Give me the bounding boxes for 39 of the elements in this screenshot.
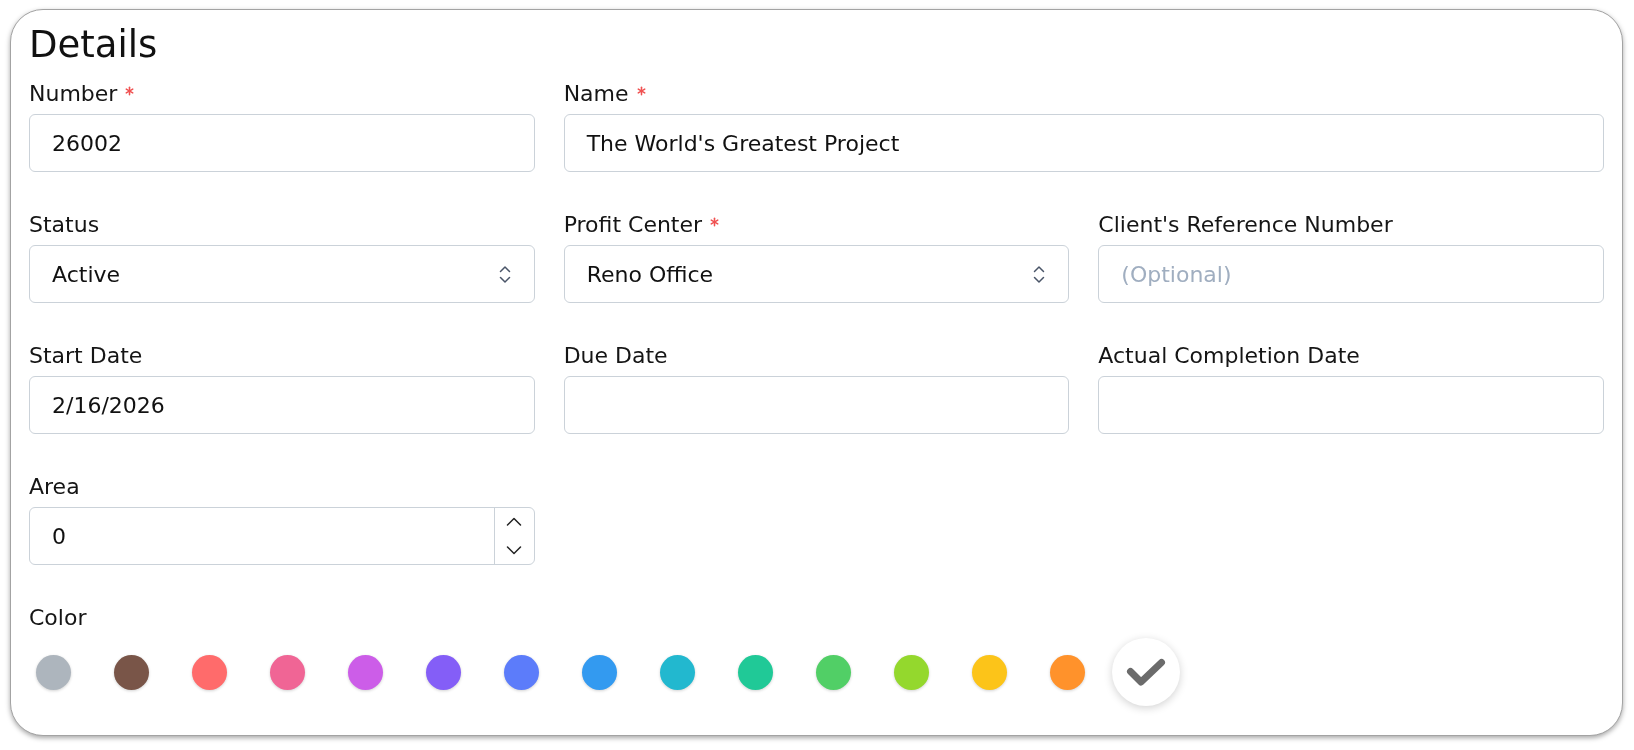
dropdown-select[interactable]: Active — [29, 245, 535, 303]
text-field[interactable]: 26002 — [29, 114, 535, 172]
field-label: Due Date — [563, 343, 668, 369]
section-title: Details — [29, 23, 158, 67]
dropdown-select[interactable]: Reno Office — [563, 245, 1070, 303]
field-label: Number — [29, 81, 118, 107]
color-swatch[interactable] — [972, 654, 1007, 690]
color-swatch[interactable] — [816, 654, 851, 690]
color-swatch[interactable] — [36, 654, 71, 690]
field-label: Actual Completion Date — [1098, 343, 1360, 369]
chevron-down-icon[interactable] — [506, 546, 523, 555]
text-field[interactable]: 2/16/2026 — [29, 376, 535, 434]
field-label: Status — [29, 212, 100, 238]
check-icon — [1125, 657, 1166, 687]
color-swatch[interactable] — [348, 654, 383, 690]
text-field[interactable] — [563, 376, 1070, 434]
color-swatch[interactable] — [660, 654, 695, 690]
color-swatch[interactable] — [192, 654, 227, 690]
chevron-up-icon[interactable] — [506, 517, 523, 526]
field-label: Profit Center — [563, 212, 703, 238]
text-field[interactable]: The World's Greatest Project — [563, 114, 1604, 172]
field-label: Name — [563, 81, 629, 107]
color-swatch[interactable] — [114, 654, 149, 690]
color-swatch[interactable] — [504, 654, 539, 690]
chevron-up-down-icon — [1033, 264, 1046, 284]
chevron-up-down-icon — [498, 264, 511, 284]
color-swatch[interactable] — [582, 654, 617, 690]
color-swatch[interactable] — [426, 654, 461, 690]
field-label: Start Date — [29, 343, 143, 369]
text-field[interactable] — [1098, 376, 1604, 434]
number-field[interactable]: 0 — [29, 507, 535, 565]
color-swatch[interactable] — [738, 654, 773, 690]
field-label: Area — [29, 474, 80, 500]
color-swatch[interactable] — [1111, 638, 1180, 706]
color-swatch[interactable] — [894, 654, 929, 690]
field-label: Color — [29, 605, 87, 631]
field-label: Client's Reference Number — [1098, 212, 1393, 238]
color-swatch[interactable] — [1050, 654, 1085, 690]
color-swatch[interactable] — [270, 654, 305, 690]
